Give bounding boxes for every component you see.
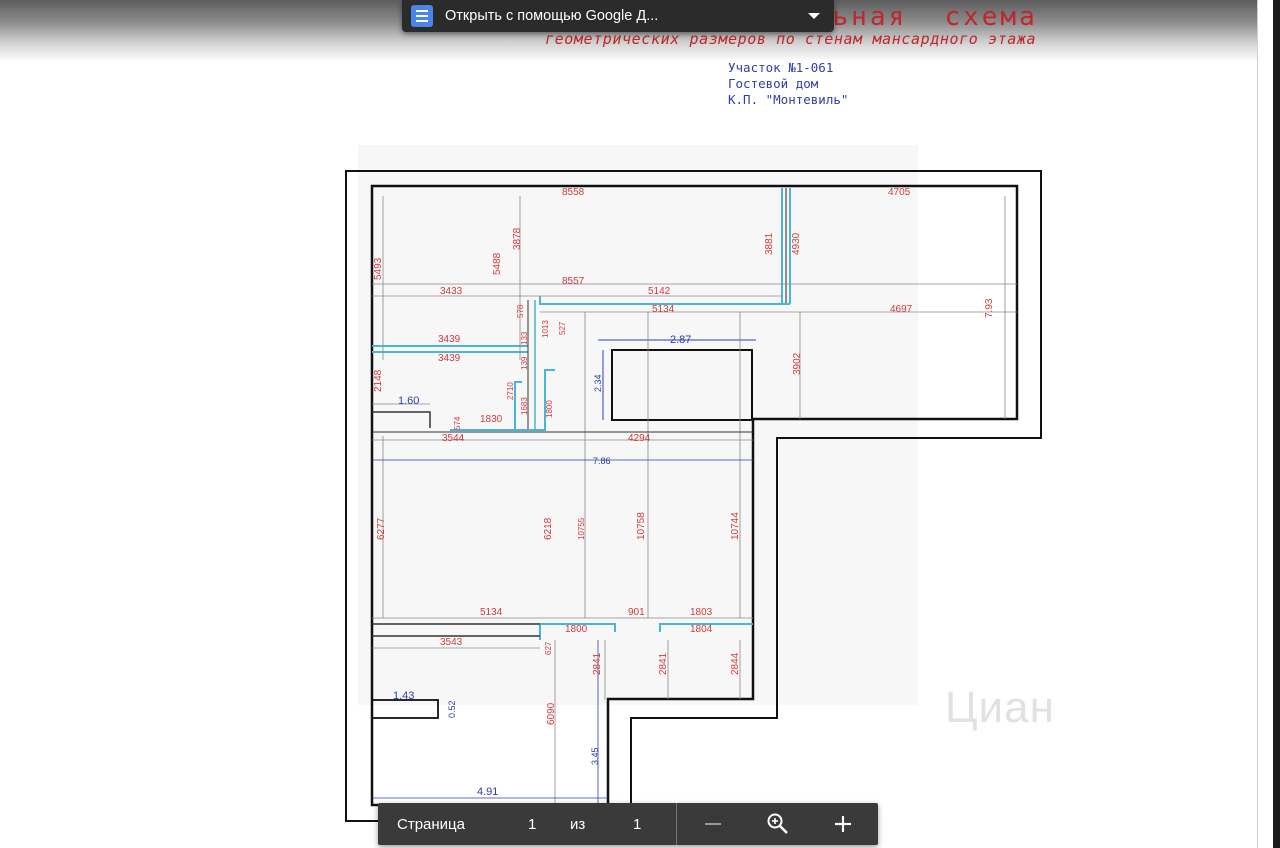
dim-label: 4294 [628, 433, 651, 444]
dim-label: 4.91 [477, 786, 498, 798]
dim-label: 3902 [792, 352, 803, 375]
dim-label: 1804 [690, 624, 713, 635]
dim-label: 627 [544, 641, 553, 655]
floor-plan-drawing: 8558 4705 3878 3881 4930 5493 5488 8557 … [345, 145, 1042, 822]
dim-label: 1803 [690, 607, 713, 618]
dim-label: 3439 [438, 353, 461, 364]
dim-label: 10758 [636, 512, 647, 540]
dim-label: 3.45 [590, 747, 600, 765]
dim-label: 133 [520, 331, 529, 345]
dim-label: 4930 [791, 232, 802, 255]
dim-label: 1.43 [393, 690, 414, 702]
open-with-label: Открыть с помощью Google Д... [445, 8, 659, 24]
dim-label: 574 [453, 416, 462, 430]
google-docs-icon [411, 5, 433, 27]
current-page-input[interactable]: 1 [528, 816, 536, 833]
settlement-name: К.П. "Монтевиль" [728, 92, 849, 107]
watermark-logo: Циан [945, 683, 1055, 733]
dim-label: 527 [558, 321, 567, 335]
dim-label: 6218 [543, 517, 554, 540]
dim-label: 7.86 [593, 456, 611, 466]
dim-label: 1800 [545, 400, 554, 418]
zoom-in-button[interactable] [826, 810, 860, 838]
dim-label: 7.93 [984, 298, 995, 318]
dim-label: 2710 [506, 382, 515, 400]
open-with-google-docs-button[interactable]: Открыть с помощью Google Д... [402, 0, 834, 32]
dim-label: 3544 [442, 433, 465, 444]
zoom-reset-button[interactable] [761, 810, 795, 838]
plus-icon [835, 816, 851, 832]
dim-label: 901 [628, 607, 645, 618]
dim-label: 0.52 [447, 700, 457, 718]
document-subtitle: геометрических размеров по стенам мансар… [545, 30, 1037, 48]
dim-label: 10744 [730, 512, 741, 540]
dim-label: 2.34 [593, 374, 603, 392]
dim-label: 3881 [764, 232, 775, 255]
dim-label: 4705 [888, 187, 911, 198]
dim-label: 5134 [480, 607, 503, 618]
dim-label: 1683 [520, 397, 529, 415]
dim-label: 2844 [730, 652, 741, 675]
chevron-down-icon[interactable] [808, 13, 820, 19]
dim-label: 3878 [512, 227, 523, 250]
dim-label: 2841 [658, 652, 669, 675]
dim-label: 3439 [438, 334, 461, 345]
dim-label: 6277 [376, 517, 387, 540]
dim-label: 578 [516, 304, 525, 318]
total-pages: 1 [633, 816, 642, 833]
of-label: из [570, 816, 586, 833]
dim-label: 2841 [592, 652, 603, 675]
dim-label: 1.60 [398, 395, 419, 407]
dim-label: 5134 [652, 304, 675, 315]
minus-icon [705, 823, 721, 825]
dim-label: 5493 [373, 257, 384, 280]
dim-label: 1013 [541, 320, 550, 338]
watermark-text: Циан [945, 683, 1055, 732]
scan-background [358, 145, 918, 705]
dim-label: 4697 [890, 304, 913, 315]
building-type: Гостевой дом [728, 76, 819, 91]
dim-label: 10755 [577, 517, 586, 540]
dim-label: 5488 [492, 252, 503, 275]
dim-label: 139 [520, 356, 529, 370]
dim-label: 2.87 [670, 334, 691, 346]
toolbar-divider [676, 803, 677, 845]
zoom-icon [767, 813, 788, 834]
dim-label: 8557 [562, 276, 585, 287]
dim-label: 6090 [546, 702, 557, 725]
dim-label: 1800 [565, 624, 588, 635]
dim-label: 3543 [440, 637, 463, 648]
document-viewer: 8558 4705 3878 3881 4930 5493 5488 8557 … [0, 0, 1280, 848]
dim-label: 8558 [562, 187, 585, 198]
dim-label: 1830 [480, 414, 503, 425]
plot-number: Участок №1-061 [728, 60, 834, 75]
dim-label: 2148 [373, 369, 384, 392]
dim-label: 5142 [648, 286, 671, 297]
dim-label: 3433 [440, 286, 463, 297]
pdf-viewer-toolbar: Страница 1 из 1 [378, 803, 878, 845]
zoom-out-button[interactable] [696, 810, 730, 838]
page-right-edge [1257, 0, 1280, 848]
plot-info-block: Участок №1-061 Гостевой дом К.П. "Монтев… [728, 60, 848, 108]
page-label: Страница [397, 816, 465, 833]
